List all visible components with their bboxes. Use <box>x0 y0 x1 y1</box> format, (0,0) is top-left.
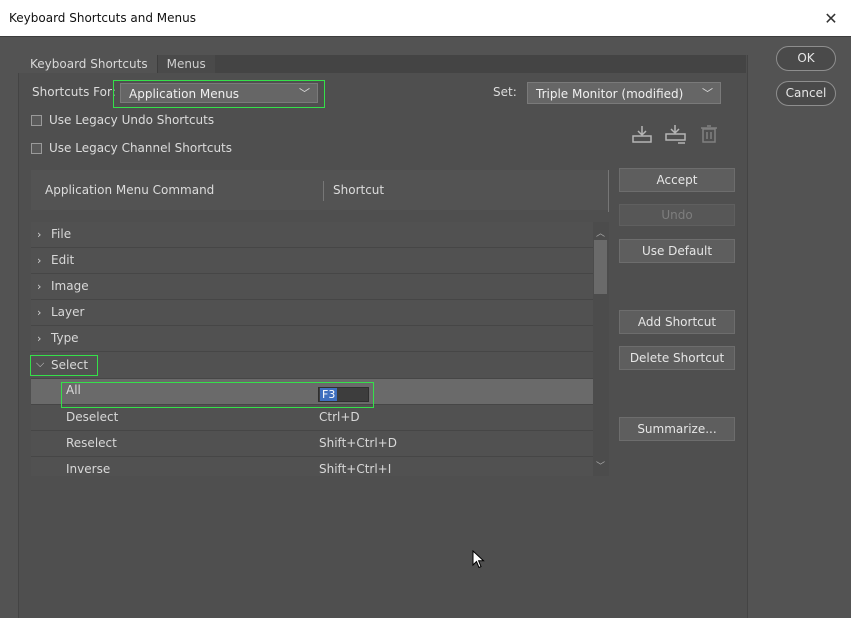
tree-group-image[interactable]: › Image <box>31 274 593 300</box>
select-group-highlight <box>30 355 98 376</box>
set-select[interactable]: Triple Monitor (modified) ﹀ <box>527 82 721 104</box>
shortcuts-for-value: Application Menus <box>129 87 240 101</box>
trash-icon[interactable] <box>700 124 718 144</box>
group-label: File <box>51 227 72 241</box>
chevron-right-icon: › <box>37 254 42 267</box>
summarize-button[interactable]: Summarize... <box>619 417 735 441</box>
shortcut-input[interactable]: F3 <box>318 387 369 402</box>
legacy-channel-label: Use Legacy Channel Shortcuts <box>49 141 233 155</box>
legacy-undo-checkbox[interactable] <box>31 115 42 126</box>
delete-shortcut-button[interactable]: Delete Shortcut <box>619 346 735 370</box>
tree-group-edit[interactable]: › Edit <box>31 248 593 274</box>
table-row[interactable]: Reselect Shift+Ctrl+D <box>31 431 593 457</box>
shortcuts-for-label: Shortcuts For: <box>32 85 116 99</box>
save-set-as-icon[interactable] <box>664 124 688 146</box>
table-row[interactable]: Deselect Ctrl+D <box>31 405 593 431</box>
shortcut-tree: › File › Edit › Image › Layer › Type ⌵ S… <box>31 222 593 476</box>
close-icon[interactable]: ✕ <box>821 8 841 28</box>
shortcuts-for-select[interactable]: Application Menus ﹀ <box>120 83 318 103</box>
divider <box>0 36 851 37</box>
use-default-button[interactable]: Use Default <box>619 239 735 263</box>
chevron-right-icon: › <box>37 280 42 293</box>
scroll-up-icon[interactable]: ︿ <box>596 226 605 239</box>
accept-button[interactable]: Accept <box>619 168 735 192</box>
command-label: Inverse <box>66 462 111 476</box>
title-bar: Keyboard Shortcuts and Menus ✕ <box>0 0 851 36</box>
group-label: Image <box>51 279 89 293</box>
column-separator <box>323 181 324 201</box>
cancel-button[interactable]: Cancel <box>776 81 836 106</box>
table-row[interactable]: Inverse Shift+Ctrl+I <box>31 457 593 476</box>
ok-button[interactable]: OK <box>776 46 836 71</box>
tree-group-file[interactable]: › File <box>31 222 593 248</box>
chevron-right-icon: › <box>37 306 42 319</box>
chevron-right-icon: › <box>37 332 42 345</box>
group-label: Type <box>51 331 79 345</box>
save-set-icon[interactable] <box>631 124 653 144</box>
set-value: Triple Monitor (modified) <box>536 87 684 101</box>
shortcut-value: Shift+Ctrl+I <box>319 462 392 476</box>
tree-group-select[interactable]: ⌵ Select <box>31 353 593 379</box>
add-shortcut-button[interactable]: Add Shortcut <box>619 310 735 334</box>
legacy-undo-label: Use Legacy Undo Shortcuts <box>49 113 215 127</box>
set-label: Set: <box>493 85 517 99</box>
command-label: Reselect <box>66 436 117 450</box>
scroll-down-icon[interactable]: ﹀ <box>596 459 605 472</box>
tab-keyboard-shortcuts[interactable]: Keyboard Shortcuts <box>18 55 157 73</box>
scrollbar-thumb[interactable] <box>594 240 607 294</box>
group-label: Edit <box>51 253 75 267</box>
tab-bar: Keyboard Shortcuts Menus <box>18 55 215 73</box>
tree-group-type[interactable]: › Type <box>31 326 593 352</box>
chevron-down-icon: ﹀ <box>299 87 310 100</box>
tab-menus[interactable]: Menus <box>156 55 215 73</box>
group-label: Layer <box>51 305 85 319</box>
undo-button[interactable]: Undo <box>619 204 735 226</box>
window-title: Keyboard Shortcuts and Menus <box>9 11 196 25</box>
column-separator <box>608 170 609 212</box>
shortcut-value: Shift+Ctrl+D <box>319 436 397 450</box>
column-header-shortcut[interactable]: Shortcut <box>333 183 384 197</box>
column-header-command[interactable]: Application Menu Command <box>45 183 214 197</box>
tree-group-layer[interactable]: › Layer <box>31 300 593 326</box>
mouse-cursor-icon <box>472 550 485 569</box>
chevron-down-icon: ﹀ <box>702 87 713 100</box>
shortcut-input-value: F3 <box>320 388 338 401</box>
shortcut-value: Ctrl+D <box>319 410 360 424</box>
command-label: Deselect <box>66 410 119 424</box>
chevron-right-icon: › <box>37 228 42 241</box>
legacy-channel-checkbox[interactable] <box>31 143 42 154</box>
